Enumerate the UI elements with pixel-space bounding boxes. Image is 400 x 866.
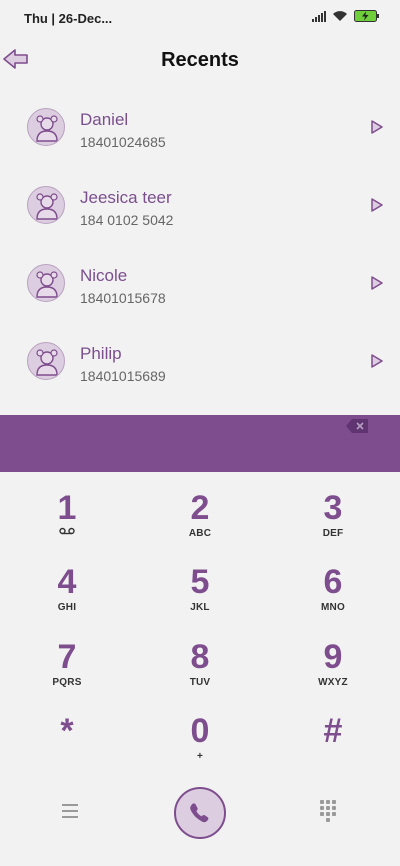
key-1[interactable]: 1 <box>17 490 117 556</box>
status-icons <box>312 10 380 22</box>
key-digit: * <box>60 712 74 750</box>
key-letters: WXYZ <box>318 677 348 688</box>
key-digit: # <box>323 712 343 750</box>
contact-number: 18401024685 <box>80 134 166 150</box>
page-title: Recents <box>161 49 239 71</box>
contact-name: Jeesica teer <box>80 188 172 207</box>
menu-icon[interactable] <box>62 804 78 818</box>
contact-name: Nicole <box>80 266 128 285</box>
call-arrow-icon[interactable] <box>370 198 384 212</box>
key-digit: 0 <box>190 712 210 750</box>
status-time: Thu | 26-Dec... <box>24 11 113 26</box>
key-digit: 4 <box>57 563 77 601</box>
key-letters: TUV <box>189 677 211 688</box>
status-bar: Thu | 26-Dec... <box>0 0 400 36</box>
recent-contact-item[interactable]: Nicole 18401015678 <box>0 244 400 322</box>
avatar-icon <box>27 186 65 224</box>
key-digit: 5 <box>190 563 210 601</box>
signal-icon <box>312 10 326 22</box>
key-letters: GHI <box>57 602 77 613</box>
key-9[interactable]: 9 WXYZ <box>283 639 383 705</box>
contact-number: 18401015678 <box>80 290 166 306</box>
key-hash[interactable]: # <box>283 713 383 779</box>
key-letters: ABC <box>188 528 212 539</box>
phone-icon <box>190 803 209 823</box>
key-letters: MNO <box>321 602 345 613</box>
key-3[interactable]: 3 DEF <box>283 490 383 556</box>
key-4[interactable]: 4 GHI <box>17 564 117 630</box>
key-letters: + <box>196 751 204 762</box>
key-5[interactable]: 5 JKL <box>150 564 250 630</box>
key-digit: 6 <box>323 563 343 601</box>
backspace-icon[interactable] <box>346 419 368 433</box>
key-0[interactable]: 0 + <box>150 713 250 779</box>
key-letters: DEF <box>322 528 344 539</box>
number-display-bar <box>0 415 400 472</box>
recent-contact-item[interactable]: Daniel 18401024685 <box>0 88 400 166</box>
contact-name: Daniel <box>80 110 129 129</box>
call-arrow-icon[interactable] <box>370 354 384 368</box>
call-button[interactable] <box>174 787 226 839</box>
recents-list: Daniel 18401024685 Jeesica teer 184 0102… <box>0 88 400 400</box>
recent-contact-item[interactable]: Philip 18401015689 <box>0 322 400 400</box>
header: Recents <box>0 36 400 86</box>
dialpad-icon[interactable] <box>320 800 336 822</box>
wifi-icon <box>332 10 348 22</box>
call-arrow-icon[interactable] <box>370 276 384 290</box>
key-8[interactable]: 8 TUV <box>150 639 250 705</box>
avatar-icon <box>27 342 65 380</box>
key-digit: 7 <box>57 638 77 676</box>
key-star[interactable]: * <box>17 713 117 779</box>
recent-contact-item[interactable]: Jeesica teer 184 0102 5042 <box>0 166 400 244</box>
key-digit: 8 <box>190 638 210 676</box>
key-7[interactable]: 7 PQRS <box>17 639 117 705</box>
key-digit: 3 <box>323 489 343 527</box>
contact-number: 184 0102 5042 <box>80 212 174 228</box>
key-digit: 9 <box>323 638 343 676</box>
call-arrow-icon[interactable] <box>370 120 384 134</box>
contact-number: 18401015689 <box>80 368 166 384</box>
key-2[interactable]: 2 ABC <box>150 490 250 556</box>
avatar-icon <box>27 108 65 146</box>
key-letters: JKL <box>190 602 210 613</box>
bottom-bar <box>0 784 400 844</box>
key-digit: 2 <box>190 489 210 527</box>
contact-name: Philip <box>80 344 122 363</box>
avatar-icon <box>27 264 65 302</box>
battery-charging-icon <box>354 10 380 22</box>
key-6[interactable]: 6 MNO <box>283 564 383 630</box>
key-digit: 1 <box>57 489 77 527</box>
voicemail-icon <box>59 527 75 535</box>
key-letters: PQRS <box>52 677 82 688</box>
